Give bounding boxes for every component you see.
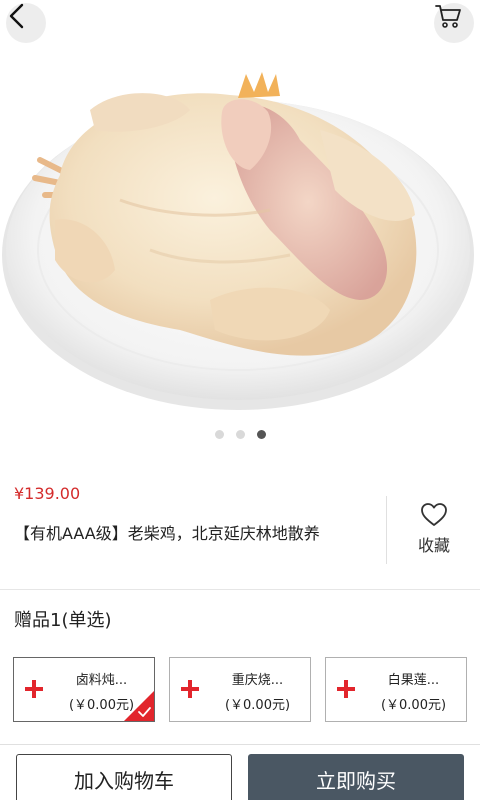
chicken-illustration <box>2 72 474 410</box>
product-info: ¥139.00 【有机AAA级】老柴鸡，北京延庆林地散养 收藏 <box>0 470 480 590</box>
gift-option[interactable]: 卤料炖... (￥0.00元) <box>13 657 155 722</box>
carousel-indicator <box>0 430 480 439</box>
add-to-cart-button[interactable]: 加入购物车 <box>16 754 232 800</box>
divider <box>0 744 480 745</box>
carousel-dot[interactable] <box>235 430 245 439</box>
gift-price: (￥0.00元) <box>224 698 291 713</box>
favorite-button[interactable]: 收藏 <box>398 502 470 556</box>
cart-icon <box>435 5 461 28</box>
gift-name: 重庆烧... <box>231 673 284 688</box>
carousel-dot-active[interactable] <box>256 430 266 439</box>
gift-name: 白果莲... <box>387 673 440 688</box>
product-price: ¥139.00 <box>14 484 81 503</box>
carousel-dot[interactable] <box>214 430 224 439</box>
buy-now-button[interactable]: 立即购买 <box>248 754 464 800</box>
gift-options: 卤料炖... (￥0.00元) 重庆烧... (￥0.00元) 白果莲... (… <box>13 657 467 722</box>
divider <box>386 496 387 564</box>
plus-icon <box>23 678 45 700</box>
chevron-left-icon <box>9 3 24 29</box>
gift-option[interactable]: 重庆烧... (￥0.00元) <box>169 657 311 722</box>
gift-heading: 赠品1(单选) <box>14 610 112 631</box>
favorite-label: 收藏 <box>417 536 450 555</box>
plus-icon <box>179 678 201 700</box>
gift-price: (￥0.00元) <box>380 698 447 713</box>
cart-button[interactable] <box>434 3 474 43</box>
heart-outline-icon <box>421 503 447 526</box>
gift-name: 卤料炖... <box>75 673 128 688</box>
selected-check-icon <box>124 691 154 721</box>
back-button[interactable] <box>6 3 46 43</box>
product-image[interactable] <box>0 0 480 470</box>
product-title: 【有机AAA级】老柴鸡，北京延庆林地散养 <box>14 524 320 543</box>
gift-option[interactable]: 白果莲... (￥0.00元) <box>325 657 467 722</box>
plus-icon <box>335 678 357 700</box>
